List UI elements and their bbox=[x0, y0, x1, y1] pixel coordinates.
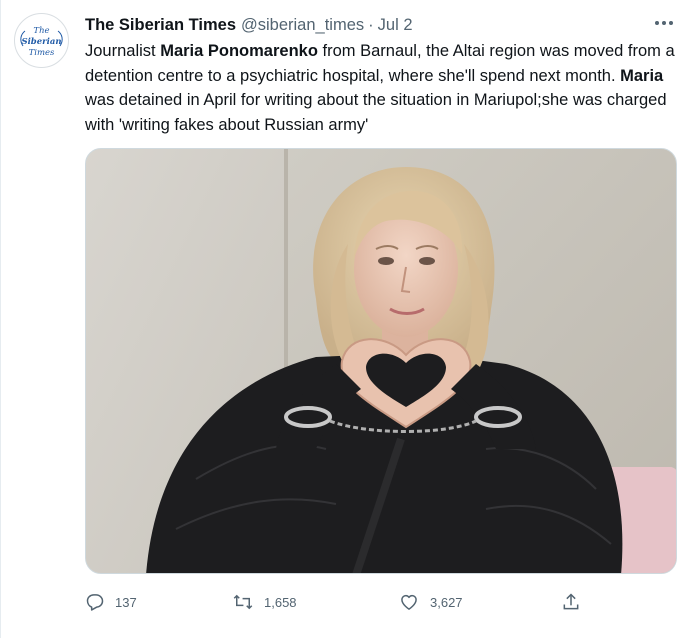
share-button[interactable] bbox=[561, 588, 591, 616]
retweet-count: 1,658 bbox=[264, 594, 297, 610]
header-separator: · bbox=[368, 15, 374, 34]
tweet-actions: 137 1,658 3,627 bbox=[85, 588, 595, 616]
svg-text:Siberian: Siberian bbox=[21, 37, 61, 47]
tweet-text-bold-name: Maria Ponomarenko bbox=[160, 42, 318, 60]
tweet-header: The Siberian Times @siberian_times · Jul… bbox=[85, 13, 680, 37]
svg-text:Times: Times bbox=[29, 48, 55, 58]
author-name[interactable]: The Siberian Times bbox=[85, 16, 236, 35]
svg-text:The: The bbox=[33, 26, 49, 36]
retweet-icon bbox=[233, 594, 253, 610]
author-handle[interactable]: @siberian_times bbox=[241, 16, 364, 35]
heart-icon bbox=[401, 594, 417, 610]
reply-icon bbox=[86, 594, 104, 611]
photo-illustration bbox=[86, 149, 676, 573]
tweet-text-part: was detained in April for writing about … bbox=[85, 91, 667, 134]
tweet-text: Journalist Maria Ponomarenko from Barnau… bbox=[85, 39, 685, 137]
like-button[interactable]: 3,627 bbox=[398, 588, 463, 616]
like-count: 3,627 bbox=[430, 594, 463, 610]
tweet-photo[interactable] bbox=[85, 148, 677, 574]
reply-button[interactable]: 137 bbox=[85, 588, 137, 616]
tweet-text-bold-name: Maria bbox=[620, 66, 664, 85]
retweet-button[interactable]: 1,658 bbox=[232, 588, 297, 616]
more-horizontal-icon[interactable] bbox=[650, 12, 678, 34]
tweet: The Siberian Times The Siberian Times @s… bbox=[0, 0, 700, 638]
reply-count: 137 bbox=[115, 594, 137, 610]
tweet-text-part: Journalist bbox=[85, 42, 161, 60]
share-icon bbox=[563, 593, 579, 610]
avatar[interactable]: The Siberian Times bbox=[14, 13, 69, 68]
tweet-date[interactable]: Jul 2 bbox=[378, 16, 413, 35]
siberian-times-logo: The Siberian Times bbox=[16, 15, 67, 66]
